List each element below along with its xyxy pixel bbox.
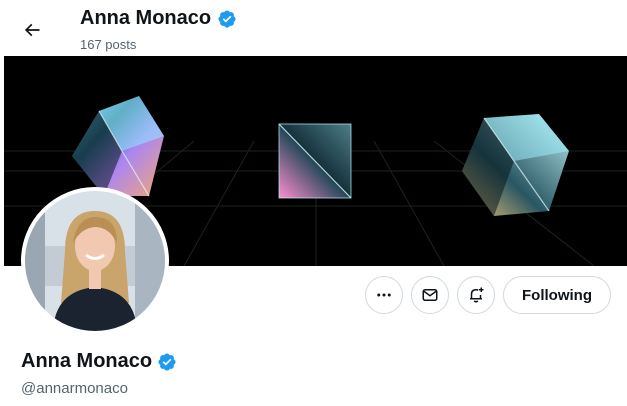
profile-name: Anna Monaco (21, 350, 153, 372)
profile-handle: @annarmonaco (21, 380, 128, 397)
envelope-icon (422, 289, 438, 301)
more-button[interactable] (365, 276, 403, 314)
message-button[interactable] (411, 276, 449, 314)
bell-plus-icon (470, 287, 484, 303)
verified-badge-icon (217, 9, 237, 29)
notifications-button[interactable] (457, 276, 495, 314)
banner-cube-right (462, 114, 569, 216)
header-name: Anna Monaco (80, 7, 212, 29)
banner-cube-left (72, 96, 164, 197)
banner-cube-center (278, 123, 352, 199)
verified-badge-icon[interactable] (157, 352, 177, 372)
back-button[interactable] (14, 12, 50, 48)
following-button[interactable]: Following (503, 276, 611, 314)
arrow-left-icon (24, 23, 40, 37)
more-horizontal-icon (377, 293, 391, 297)
header-name-row: Anna Monaco (80, 7, 237, 30)
profile-avatar[interactable] (21, 187, 169, 335)
profile-name-row: Anna Monaco (21, 350, 177, 373)
top-bar: Anna Monaco 167 posts (0, 0, 627, 56)
post-count: 167 posts (80, 37, 137, 52)
